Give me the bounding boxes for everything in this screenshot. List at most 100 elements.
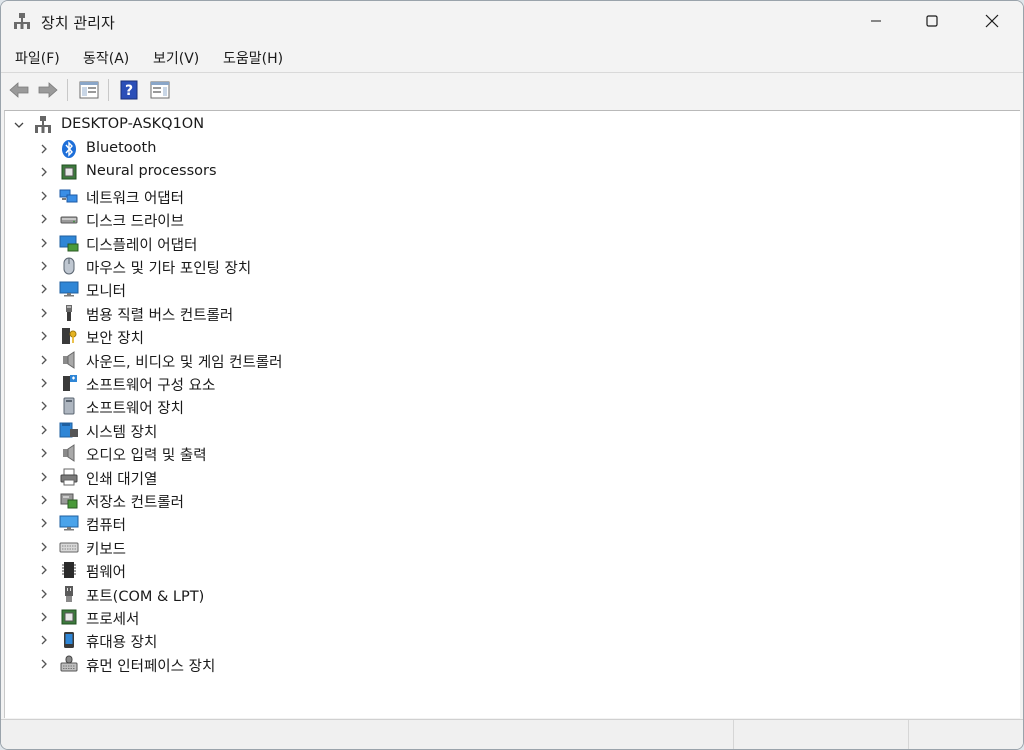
chevron-right-icon[interactable] — [38, 588, 50, 600]
tree-item-row[interactable]: 오디오 입력 및 출력 — [5, 442, 405, 464]
tree-item-row[interactable]: 범용 직렬 버스 컨트롤러 — [5, 302, 405, 324]
tree-item-label: 펌웨어 — [86, 565, 127, 581]
chevron-right-icon[interactable] — [38, 237, 50, 249]
tree-item-row[interactable]: 보안 장치 — [5, 325, 405, 347]
tree-item-label: 사운드, 비디오 및 게임 컨트롤러 — [86, 355, 283, 371]
chevron-right-icon[interactable] — [38, 517, 50, 529]
tree-item-row[interactable]: 마우스 및 기타 포인팅 장치 — [5, 255, 405, 277]
tree-item-row[interactable]: 인쇄 대기열 — [5, 466, 405, 488]
show-action-pane-button[interactable] — [149, 79, 171, 101]
chevron-right-icon[interactable] — [38, 494, 50, 506]
usb-icon — [66, 305, 72, 321]
chevron-right-icon[interactable] — [38, 400, 50, 412]
forward-arrow-icon — [38, 82, 58, 98]
tree-item-label: Bluetooth — [86, 140, 157, 156]
chevron-right-icon[interactable] — [38, 471, 50, 483]
back-arrow-icon — [9, 82, 29, 98]
chevron-right-icon[interactable] — [38, 166, 50, 178]
tree-item-label: 모니터 — [86, 284, 127, 300]
display-adapter-icon — [59, 235, 79, 252]
menu-file[interactable]: 파일(F) — [15, 48, 60, 68]
tree-item-row[interactable]: 펌웨어 — [5, 559, 405, 581]
tree-item-row[interactable]: 휴먼 인터페이스 장치 — [5, 653, 405, 675]
help-button[interactable]: ? — [118, 79, 140, 101]
minimize-button[interactable] — [847, 1, 905, 41]
keyboard-icon — [59, 542, 79, 553]
tree-item-row[interactable]: 모니터 — [5, 278, 405, 300]
back-button[interactable] — [8, 79, 30, 101]
tree-item-label: 인쇄 대기열 — [86, 472, 158, 488]
printer-icon — [60, 468, 78, 486]
chevron-right-icon[interactable] — [38, 377, 50, 389]
show-hide-console-tree-button[interactable] — [78, 79, 100, 101]
chevron-right-icon[interactable] — [38, 634, 50, 646]
forward-button[interactable] — [37, 79, 59, 101]
tree-item-label: 오디오 입력 및 출력 — [86, 448, 207, 464]
action-pane-icon — [150, 81, 170, 99]
tree-item-label: 소프트웨어 장치 — [86, 401, 184, 417]
menu-help[interactable]: 도움말(H) — [223, 48, 283, 68]
menu-bar: 파일(F) 동작(A) 보기(V) 도움말(H) — [1, 43, 1023, 71]
chevron-right-icon[interactable] — [38, 213, 50, 225]
chevron-right-icon[interactable] — [38, 190, 50, 202]
chevron-right-icon[interactable] — [38, 283, 50, 295]
toolbar-separator — [108, 79, 109, 101]
maximize-button[interactable] — [903, 1, 961, 41]
menu-view[interactable]: 보기(V) — [153, 48, 199, 68]
close-button[interactable] — [963, 1, 1021, 41]
processor-icon — [61, 609, 77, 625]
chevron-down-icon[interactable] — [13, 119, 25, 131]
hid-icon — [60, 655, 78, 672]
tree-item-row[interactable]: 키보드 — [5, 536, 405, 558]
tree-item-label: 키보드 — [86, 542, 127, 558]
status-bar — [1, 719, 1023, 749]
chevron-right-icon[interactable] — [38, 260, 50, 272]
tree-item-row[interactable]: 컴퓨터 — [5, 512, 405, 534]
tree-root-row[interactable]: DESKTOP-ASKQ1ON — [5, 114, 305, 136]
network-adapter-icon — [59, 189, 78, 203]
svg-text:?: ? — [125, 83, 133, 99]
chevron-right-icon[interactable] — [38, 541, 50, 553]
chevron-right-icon[interactable] — [38, 611, 50, 623]
chevron-right-icon[interactable] — [38, 143, 50, 155]
chevron-right-icon[interactable] — [38, 307, 50, 319]
chevron-right-icon[interactable] — [38, 564, 50, 576]
title-bar: 장치 관리자 — [1, 1, 1023, 43]
bluetooth-icon — [62, 140, 76, 158]
tree-item-label: 휴먼 인터페이스 장치 — [86, 659, 216, 675]
security-key-icon — [62, 328, 77, 344]
tree-item-label: 디스플레이 어댑터 — [86, 238, 198, 254]
chevron-right-icon[interactable] — [38, 354, 50, 366]
tree-item-row[interactable]: 휴대용 장치 — [5, 629, 405, 651]
tree-item-label: 포트(COM & LPT) — [86, 589, 205, 605]
tree-item-row[interactable]: 디스크 드라이브 — [5, 208, 405, 230]
tree-item-row[interactable]: 소프트웨어 구성 요소 — [5, 372, 405, 394]
tree-item-row[interactable]: 저장소 컨트롤러 — [5, 489, 405, 511]
tree-item-row[interactable]: 프로세서 — [5, 606, 405, 628]
tree-item-row[interactable]: 포트(COM & LPT) — [5, 583, 405, 605]
chevron-right-icon[interactable] — [38, 658, 50, 670]
monitor-icon — [59, 281, 79, 297]
minimize-icon — [871, 20, 881, 22]
tree-item-row[interactable]: 네트워크 어댑터 — [5, 185, 405, 207]
tree-item-row[interactable]: 디스플레이 어댑터 — [5, 232, 405, 254]
tree-item-row[interactable]: 사운드, 비디오 및 게임 컨트롤러 — [5, 349, 405, 371]
tree-item-label: Neural processors — [86, 163, 217, 179]
tree-item-label: 프로세서 — [86, 612, 140, 628]
status-bar-separator — [733, 720, 734, 749]
chevron-right-icon[interactable] — [38, 330, 50, 342]
software-device-icon — [63, 397, 75, 415]
tree-item-row[interactable]: Bluetooth — [5, 138, 405, 160]
storage-controller-icon — [60, 493, 78, 509]
chevron-right-icon[interactable] — [38, 447, 50, 459]
tree-item-label: 디스크 드라이브 — [86, 214, 184, 230]
tree-item-label: 보안 장치 — [86, 331, 144, 347]
tree-item-row[interactable]: Neural processors — [5, 161, 405, 183]
firmware-icon — [62, 562, 76, 578]
disk-drive-icon — [60, 216, 78, 224]
chevron-right-icon[interactable] — [38, 424, 50, 436]
tree-item-row[interactable]: 소프트웨어 장치 — [5, 395, 405, 417]
device-tree-panel[interactable]: DESKTOP-ASKQ1ON Bluetooth Neural processo… — [4, 110, 1020, 718]
tree-item-row[interactable]: 시스템 장치 — [5, 419, 405, 441]
menu-action[interactable]: 동작(A) — [83, 48, 129, 68]
